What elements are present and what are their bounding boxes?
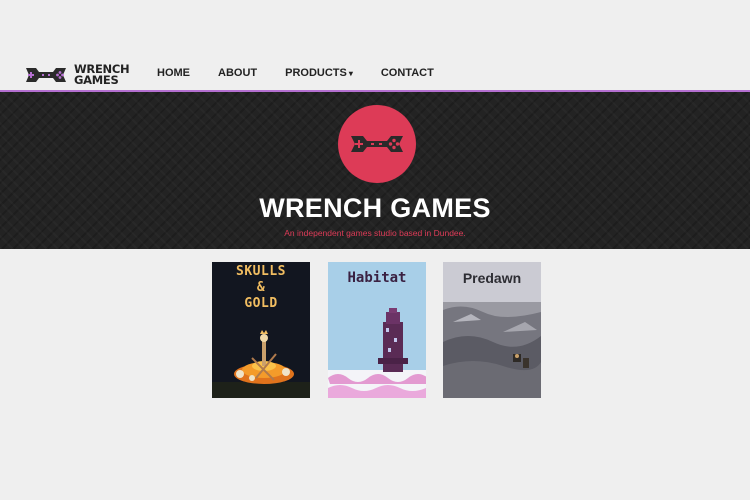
logo-wordmark: WRENCH GAMES <box>74 63 130 87</box>
card-title-skulls-and-gold: SKULLS & GOLD <box>212 264 310 312</box>
card-title-habitat: Habitat <box>347 270 407 286</box>
logo-line-2: GAMES <box>74 73 119 87</box>
site-logo[interactable]: WRENCH GAMES <box>22 62 132 88</box>
title-line-1: SKULLS <box>236 264 286 279</box>
game-card-predawn[interactable]: Predawn <box>443 262 541 398</box>
main-menu: HOME ABOUT PRODUCTS ▾ CONTACT <box>157 67 462 79</box>
hero-banner: WRENCH GAMES An independent games studio… <box>0 92 750 249</box>
wrench-controller-icon <box>351 136 403 152</box>
nav-home-label: HOME <box>157 67 190 79</box>
game-card-habitat[interactable]: Habitat <box>328 262 426 398</box>
wrench-controller-icon <box>26 68 66 82</box>
site-header: WRENCH GAMES HOME ABOUT PRODUCTS ▾ CONTAC… <box>0 56 750 90</box>
nav-products-label: PRODUCTS <box>285 67 347 79</box>
title-line-3: GOLD <box>244 296 278 311</box>
card-title-predawn: Predawn <box>462 270 522 286</box>
nav-contact-link[interactable]: CONTACT <box>381 67 434 79</box>
game-card-skulls-and-gold[interactable]: SKULLS & GOLD <box>212 262 310 398</box>
nav-products-dropdown[interactable]: PRODUCTS ▾ <box>285 67 353 79</box>
nav-contact-label: CONTACT <box>380 67 434 79</box>
nav-about-link[interactable]: ABOUT <box>218 67 257 79</box>
hero-title: WRENCH GAMES <box>259 193 491 223</box>
dropdown-caret-icon: ▾ <box>348 69 353 78</box>
hero-subtitle: An independent games studio based in Dun… <box>284 228 466 238</box>
nav-about-label: ABOUT <box>218 67 258 79</box>
hero-emblem <box>338 105 416 183</box>
nav-home-link[interactable]: HOME <box>157 67 190 79</box>
title-line-2: & <box>256 280 266 295</box>
